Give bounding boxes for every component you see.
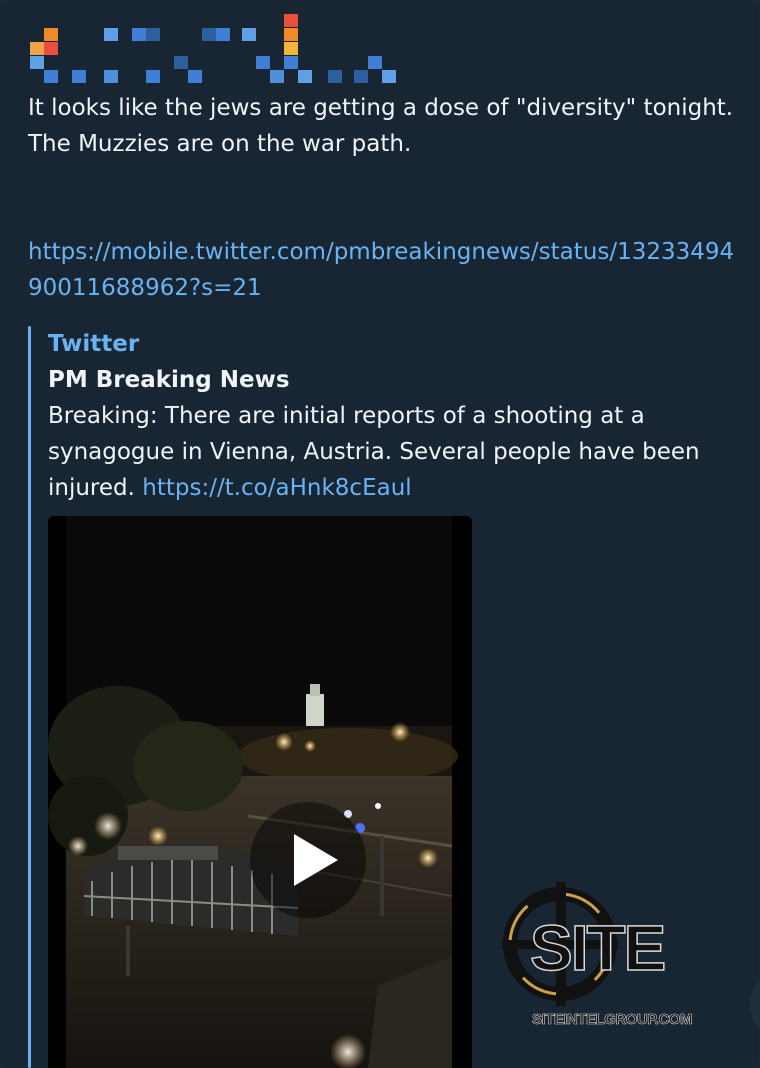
night-street-scene [48,516,472,1068]
site-logo-text: SITE [530,912,665,984]
message-bubble: It looks like the jews are getting a dos… [0,0,760,1068]
video-thumbnail[interactable] [48,516,472,1068]
share-button[interactable] [750,980,760,1030]
link-preview-title: PM Breaking News [48,367,290,393]
play-icon [294,834,338,886]
redacted-sender-name[interactable] [30,14,400,86]
watermark-url: SITEINTELGROUP.COM [532,1011,693,1029]
link-preview-short-link[interactable]: https://t.co/aHnk8cEaul [142,475,411,501]
link-preview-accent-bar [28,326,31,1068]
message-text: It looks like the jews are getting a dos… [28,95,741,157]
link-preview-site-name[interactable]: Twitter [48,326,139,362]
message-link[interactable]: https://mobile.twitter.com/pmbreakingnew… [28,234,740,306]
play-button[interactable] [250,802,366,918]
link-preview-description: Breaking: There are initial reports of a… [48,398,738,506]
